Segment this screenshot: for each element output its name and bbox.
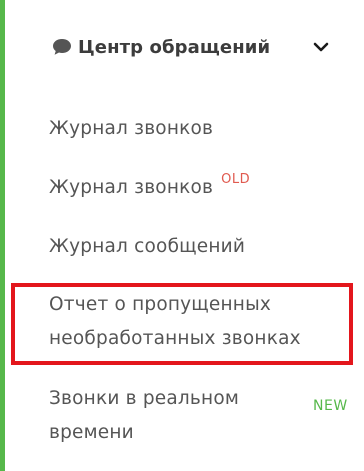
menu-item-label: Журнал звонков [49,177,214,198]
menu-item-missed-calls-report[interactable]: Отчет о пропущенных необработанных звонк… [49,288,349,356]
menu-item-label-line2: времени [49,422,134,443]
menu-item-label-line2: необработанных звонках [49,328,301,349]
menu-item-label: Журнал сообщений [49,236,246,257]
menu-item-call-log[interactable]: Журнал звонков [49,112,213,146]
chat-bubble-icon [52,37,74,57]
section-title: Центр обращений [78,36,271,58]
section-header-call-center[interactable]: Центр обращений [52,32,342,62]
old-badge: OLD [221,172,251,187]
menu-item-label-line1: Отчет о пропущенных [49,294,272,315]
menu-item-realtime-calls[interactable]: Звонки в реальном времени [49,382,279,450]
menu-item-label: Журнал звонков [49,118,214,139]
menu-item-message-log[interactable]: Журнал сообщений [49,230,245,264]
menu-item-call-log-old[interactable]: Журнал звонков OLD [49,171,250,207]
chevron-down-icon[interactable] [312,38,330,56]
menu-item-label-line1: Звонки в реальном [49,388,239,409]
new-badge: NEW [313,398,348,414]
active-section-accent-bar [0,0,5,471]
